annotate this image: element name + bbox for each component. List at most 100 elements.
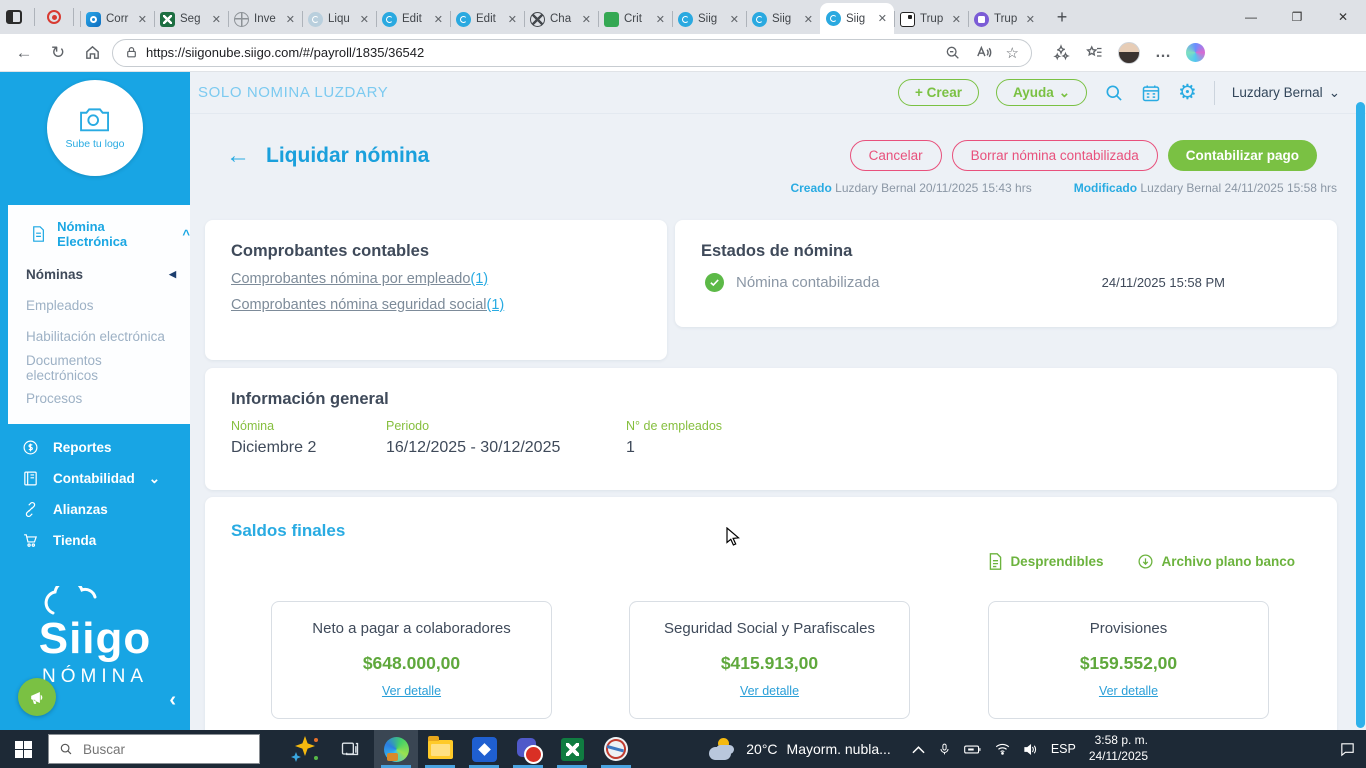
cancelar-button[interactable]: Cancelar [849, 140, 942, 171]
browser-tab-web[interactable]: Inve ✕ [228, 4, 302, 34]
home-icon[interactable] [78, 39, 106, 67]
page-scrollbar[interactable] [1356, 102, 1365, 728]
refresh-icon[interactable]: ↻ [44, 39, 72, 67]
language-indicator[interactable]: ESP [1051, 742, 1076, 756]
sidebar-item-reportes[interactable]: Reportes [0, 432, 190, 463]
tab-close-icon[interactable]: ✕ [359, 13, 370, 26]
link-count[interactable]: (1) [487, 297, 505, 313]
crear-button[interactable]: + Crear [898, 79, 979, 106]
tab-close-icon[interactable]: ✕ [729, 13, 740, 26]
gear-icon[interactable]: ⚙ [1178, 80, 1197, 105]
zoom-out-icon[interactable] [945, 45, 961, 61]
tab-close-icon[interactable]: ✕ [581, 13, 592, 26]
sidebar-item-nominas[interactable]: Nóminas ◀ [8, 259, 190, 290]
taskbar-search[interactable] [48, 734, 260, 764]
upload-logo-button[interactable]: Sube tu logo [47, 80, 143, 176]
back-icon[interactable]: ← [10, 39, 38, 67]
browser-tab-siigo-active[interactable]: Siig ✕ [820, 3, 894, 34]
settings-menu-icon[interactable]: … [1155, 44, 1171, 62]
tab-close-icon[interactable]: ✕ [285, 13, 296, 26]
tab-close-icon[interactable]: ✕ [433, 13, 444, 26]
link-text[interactable]: Comprobantes nómina por empleado [231, 271, 470, 287]
browser-tab-excel[interactable]: Seg ✕ [154, 4, 228, 34]
announcements-button[interactable] [18, 678, 56, 716]
start-button[interactable] [0, 730, 46, 768]
browser-tab-green[interactable]: Crit ✕ [598, 4, 672, 34]
address-bar[interactable]: https://siigonube.siigo.com/#/payroll/18… [112, 38, 1032, 67]
task-view-icon[interactable] [340, 739, 360, 759]
link-text[interactable]: Comprobantes nómina seguridad social [231, 297, 487, 313]
browser-tab-siigo-1[interactable]: Liqu ✕ [302, 4, 376, 34]
archivo-plano-banco-link[interactable]: Archivo plano banco [1137, 553, 1295, 570]
sidebar-item-contabilidad[interactable]: Contabilidad ⌄ [0, 463, 190, 494]
borrar-nomina-button[interactable]: Borrar nómina contabilizada [951, 140, 1158, 171]
speaker-icon[interactable] [1023, 743, 1038, 756]
tab-close-icon[interactable]: ✕ [655, 13, 666, 26]
browser-tab-trupper-2[interactable]: Trup ✕ [968, 4, 1042, 34]
taskbar-edge-icon[interactable] [374, 730, 418, 768]
ver-detalle-link[interactable]: Ver detalle [740, 684, 799, 698]
search-input[interactable] [81, 740, 249, 758]
contabilizar-pago-button[interactable]: Contabilizar pago [1167, 140, 1317, 171]
browser-tab-outlook[interactable]: Corr ✕ [80, 4, 154, 34]
browser-tab-siigo-5[interactable]: Siig ✕ [746, 4, 820, 34]
close-button[interactable]: ✕ [1320, 0, 1366, 34]
microphone-icon[interactable] [938, 742, 951, 757]
tab-close-icon[interactable]: ✕ [507, 13, 518, 26]
workspaces-icon[interactable] [6, 10, 22, 24]
tab-close-icon[interactable]: ✕ [1025, 13, 1036, 26]
profile-avatar[interactable] [1118, 41, 1140, 64]
tab-close-icon[interactable]: ✕ [951, 13, 962, 26]
clock[interactable]: 3:58 p. m. 24/11/2025 [1089, 733, 1148, 764]
weather-widget[interactable]: 20°C Mayorm. nubla... [709, 738, 891, 760]
read-aloud-icon[interactable] [975, 44, 992, 61]
taskbar-snipping-icon[interactable] [594, 730, 638, 768]
tab-close-icon[interactable]: ✕ [137, 13, 148, 26]
link-comprobantes-empleado[interactable]: Comprobantes nómina por empleado(1) [231, 271, 641, 287]
link-count[interactable]: (1) [470, 271, 488, 287]
user-menu[interactable]: Luzdary Bernal ⌄ [1232, 85, 1340, 101]
browser-essentials-icon[interactable] [1052, 43, 1070, 62]
search-icon[interactable] [1104, 83, 1124, 103]
browser-tab-chatgpt[interactable]: Cha ✕ [524, 4, 598, 34]
browser-tab-siigo-3[interactable]: Edit ✕ [450, 4, 524, 34]
battery-icon[interactable] [963, 743, 982, 756]
ver-detalle-link[interactable]: Ver detalle [1099, 684, 1158, 698]
action-center-icon[interactable] [1339, 741, 1356, 758]
sidebar-item-habilitacion[interactable]: Habilitación electrónica [8, 321, 190, 352]
restore-button[interactable]: ❐ [1274, 0, 1320, 34]
link-comprobantes-seguridad[interactable]: Comprobantes nómina seguridad social(1) [231, 297, 641, 313]
copilot-icon[interactable] [1186, 43, 1205, 62]
calendar-icon[interactable] [1141, 83, 1161, 103]
url-text[interactable]: https://siigonube.siigo.com/#/payroll/18… [146, 45, 937, 60]
sidebar-item-tienda[interactable]: Tienda [0, 525, 190, 556]
new-tab-button[interactable]: + [1048, 3, 1076, 31]
back-arrow-icon[interactable]: ← [226, 143, 250, 168]
sidebar-item-alianzas[interactable]: Alianzas [0, 494, 190, 525]
sidebar-section-nomina-electronica[interactable]: Nómina Electrónica ^ [8, 219, 190, 249]
sidebar-item-documentos[interactable]: Documentos electrónicos [8, 352, 190, 383]
tab-close-icon[interactable]: ✕ [877, 12, 888, 25]
taskbar-excel-icon[interactable] [550, 730, 594, 768]
minimize-button[interactable]: — [1228, 0, 1274, 34]
tab-close-icon[interactable]: ✕ [211, 13, 222, 26]
copilot-sparkles-icon[interactable] [288, 734, 322, 764]
browser-tab-siigo-2[interactable]: Edit ✕ [376, 4, 450, 34]
hidden-icons-chevron[interactable] [912, 745, 925, 754]
ver-detalle-link[interactable]: Ver detalle [382, 684, 441, 698]
tab-close-icon[interactable]: ✕ [803, 13, 814, 26]
wifi-icon[interactable] [995, 743, 1010, 755]
recording-icon[interactable] [47, 10, 61, 24]
browser-tab-trupper-1[interactable]: Trup ✕ [894, 4, 968, 34]
sidebar-item-empleados[interactable]: Empleados [8, 290, 190, 321]
taskbar-teams-icon[interactable] [506, 730, 550, 768]
collapse-sidebar-icon[interactable]: ‹ [169, 689, 176, 712]
taskbar-blue-app-icon[interactable] [462, 730, 506, 768]
desprendibles-link[interactable]: Desprendibles [988, 553, 1103, 570]
sidebar-item-procesos[interactable]: Procesos [8, 383, 190, 414]
browser-tab-siigo-4[interactable]: Siig ✕ [672, 4, 746, 34]
ayuda-button[interactable]: Ayuda ⌄ [995, 79, 1088, 106]
favorite-star-icon[interactable]: ☆ [1006, 44, 1019, 62]
collections-icon[interactable] [1085, 44, 1103, 62]
taskbar-file-explorer-icon[interactable] [418, 730, 462, 768]
